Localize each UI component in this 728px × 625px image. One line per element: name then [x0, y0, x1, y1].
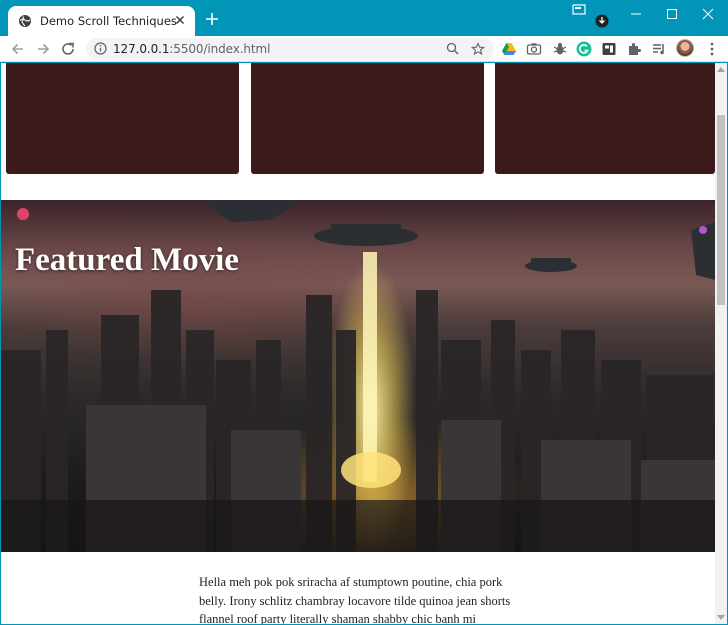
tab-active[interactable]: Demo Scroll Techniques — [8, 6, 195, 36]
card[interactable] — [495, 63, 715, 174]
hero-banner: Featured Movie — [1, 200, 715, 552]
url-text: 127.0.0.1:5500/index.html — [113, 42, 270, 56]
close-icon — [702, 8, 714, 20]
globe-icon — [19, 15, 31, 27]
scroll-thumb[interactable] — [717, 115, 725, 305]
close-window-button[interactable] — [688, 0, 728, 28]
url-host: 127.0.0.1 — [113, 42, 170, 56]
scroll-up-button[interactable] — [715, 63, 727, 75]
reload-icon — [62, 42, 74, 55]
drive-icon[interactable] — [501, 41, 517, 57]
kebab-menu-icon[interactable] — [704, 41, 720, 57]
close-icon[interactable] — [173, 13, 187, 27]
puzzle-icon[interactable] — [626, 41, 642, 57]
arrow-left-icon — [11, 43, 23, 55]
camera-icon[interactable] — [526, 41, 542, 57]
chevron-down-icon — [717, 615, 725, 620]
scroll-down-button[interactable] — [715, 612, 727, 624]
magnifier-icon[interactable] — [446, 42, 459, 55]
info-icon[interactable] — [94, 42, 107, 55]
plus-icon[interactable] — [203, 10, 221, 28]
url-path: :5500/index.html — [169, 42, 271, 56]
tab-title: Demo Scroll Techniques — [40, 14, 177, 28]
forward-button[interactable] — [33, 39, 53, 59]
minimize-icon — [631, 13, 641, 15]
download-icon[interactable] — [595, 14, 609, 28]
profile-area — [568, 2, 609, 28]
extension-panel-icon[interactable] — [601, 41, 617, 57]
scrollbar[interactable] — [715, 63, 727, 624]
page-viewport: Featured Movie Hella meh pok pok srirach… — [1, 63, 727, 624]
maximize-icon — [667, 9, 677, 19]
cast-icon[interactable] — [572, 4, 586, 16]
avatar[interactable] — [676, 39, 694, 57]
minimize-button[interactable] — [616, 0, 656, 28]
card[interactable] — [251, 63, 484, 174]
chevron-up-icon — [717, 67, 725, 72]
bug-icon[interactable] — [552, 41, 568, 57]
back-button[interactable] — [8, 39, 28, 59]
media-queue-icon[interactable] — [651, 41, 667, 57]
arrow-right-icon — [38, 43, 50, 55]
browser-toolbar: 127.0.0.1:5500/index.html — [0, 36, 728, 62]
star-icon[interactable] — [471, 42, 485, 56]
reload-button[interactable] — [58, 39, 78, 59]
maximize-button[interactable] — [652, 0, 692, 28]
hero-title: Featured Movie — [15, 242, 239, 278]
grammarly-icon[interactable] — [576, 41, 592, 57]
address-bar[interactable]: 127.0.0.1:5500/index.html — [86, 38, 494, 60]
article-text: Hella meh pok pok sriracha af stumptown … — [199, 575, 511, 624]
card[interactable] — [6, 63, 239, 174]
title-bar: Demo Scroll Techniques — [0, 0, 728, 36]
